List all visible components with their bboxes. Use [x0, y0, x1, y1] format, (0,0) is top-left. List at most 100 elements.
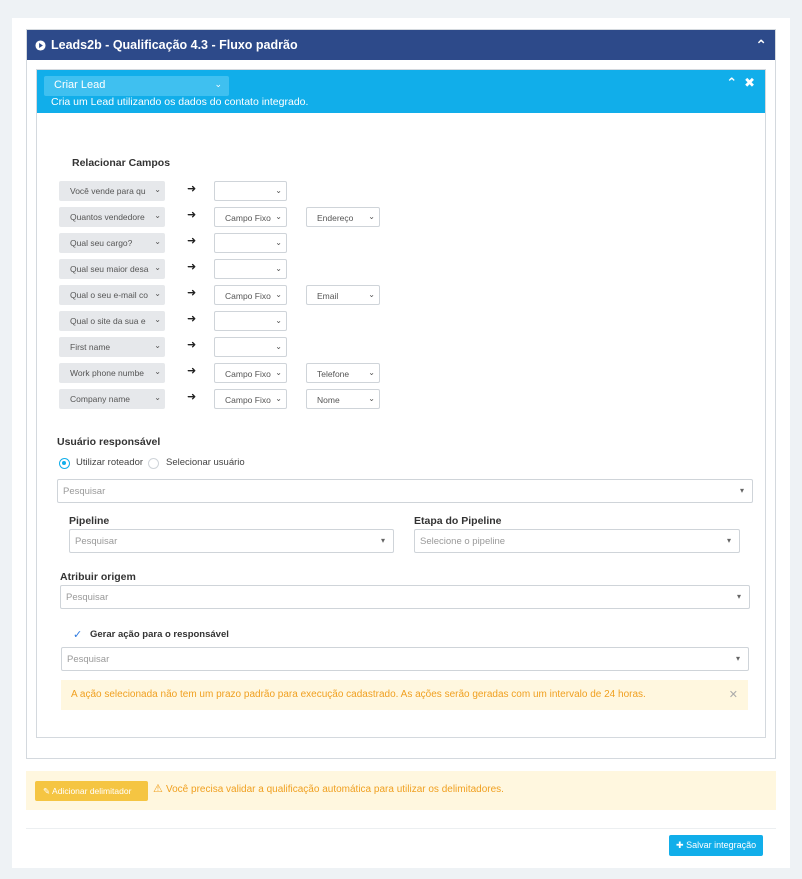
deadline-alert-text: A ação selecionada não tem um prazo padr… [71, 689, 646, 700]
source-field-select[interactable]: Work phone numbe ⌄ [59, 363, 165, 383]
add-delimiter-button[interactable]: ✎ Adicionar delimitador [35, 781, 148, 801]
mapping-row: Qual seu maior desa ⌄ ➜ ⌄ [59, 259, 399, 279]
source-field-select[interactable]: First name ⌄ [59, 337, 165, 357]
chevron-down-icon: ⌄ [275, 290, 282, 299]
target-type-select[interactable]: Campo Fixo ⌄ [214, 285, 287, 305]
stage-select[interactable]: Selecione o pipeline ▾ [414, 529, 740, 553]
arrow-right-icon: ➜ [187, 391, 197, 403]
mapping-row: Qual o seu e-mail co ⌄ ➜ Campo Fixo ⌄ Email ⌄ [59, 285, 399, 305]
router-label: Utilizar roteador [76, 457, 144, 468]
deadline-alert: A ação selecionada não tem um prazo padr… [61, 680, 748, 710]
target-field-value: Telefone [317, 369, 350, 379]
target-field-select[interactable]: Endereço ⌄ [306, 207, 380, 227]
arrow-right-icon: ➜ [187, 339, 197, 351]
source-field-select[interactable]: Company name ⌄ [59, 389, 165, 409]
chevron-down-icon: ⌄ [154, 393, 161, 402]
source-field-select[interactable]: Qual seu maior desa ⌄ [59, 259, 165, 279]
target-type-value: Campo Fixo [225, 291, 271, 301]
source-field-value: Qual o seu e-mail co [70, 290, 148, 300]
source-field-value: Quantos vendedore [70, 212, 145, 222]
arrow-right-icon: ➜ [187, 209, 197, 221]
target-field-value: Email [317, 291, 339, 301]
check-icon[interactable]: ✓ [73, 628, 82, 641]
close-icon[interactable]: ✕ [729, 688, 738, 701]
chevron-down-icon: ▾ [739, 486, 744, 495]
target-type-select[interactable]: Campo Fixo ⌄ [214, 389, 287, 409]
target-field-select[interactable]: Nome ⌄ [306, 389, 380, 409]
chevron-up-icon[interactable]: ⌃ [755, 37, 767, 54]
chevron-down-icon: ⌄ [154, 263, 161, 272]
source-field-value: Você vende para qu [70, 186, 146, 196]
page-container: Leads2b - Qualificação 4.3 - Fluxo padrã… [12, 18, 790, 868]
router-radio[interactable] [59, 458, 70, 469]
source-field-value: Qual seu cargo? [70, 238, 133, 248]
pipeline-select[interactable]: Pesquisar ▾ [69, 529, 394, 553]
chevron-down-icon: ⌄ [154, 341, 161, 350]
responsible-search-placeholder: Pesquisar [63, 486, 106, 497]
source-field-value: Qual o site da sua e [70, 316, 146, 326]
mapping-row: Qual o site da sua e ⌄ ➜ ⌄ [59, 311, 399, 331]
chevron-down-icon: ⌄ [154, 237, 161, 246]
select-user-radio[interactable] [148, 458, 159, 469]
target-type-select[interactable]: ⌄ [214, 259, 287, 279]
target-field-value: Nome [317, 395, 340, 405]
target-type-select[interactable]: ⌄ [214, 233, 287, 253]
source-field-select[interactable]: Qual seu cargo? ⌄ [59, 233, 165, 253]
panel-title: Leads2b - Qualificação 4.3 - Fluxo padrã… [51, 38, 298, 52]
mapping-row: Work phone numbe ⌄ ➜ Campo Fixo ⌄ Telefone ⌄ [59, 363, 399, 383]
origin-select[interactable]: Pesquisar ▾ [60, 585, 750, 609]
pipeline-label: Pipeline [69, 515, 110, 527]
action-card: Criar Lead ⌄ Cria um Lead utilizando os … [36, 69, 766, 738]
integration-panel: Leads2b - Qualificação 4.3 - Fluxo padrã… [26, 29, 776, 759]
action-card-header: Criar Lead ⌄ Cria um Lead utilizando os … [37, 70, 765, 113]
warning-icon: ⚠ [153, 783, 163, 795]
source-field-select[interactable]: Quantos vendedore ⌄ [59, 207, 165, 227]
source-field-select[interactable]: Qual o seu e-mail co ⌄ [59, 285, 165, 305]
action-type-select[interactable]: Criar Lead ⌄ [44, 76, 229, 96]
chevron-down-icon: ⌄ [368, 290, 375, 299]
target-type-value: Campo Fixo [225, 395, 271, 405]
target-field-select[interactable]: Telefone ⌄ [306, 363, 380, 383]
save-integration-label: Salvar integração [686, 840, 757, 850]
source-field-value: First name [70, 342, 111, 352]
origin-label: Atribuir origem [60, 571, 136, 583]
responsible-search-select[interactable]: Pesquisar ▾ [57, 479, 753, 503]
action-description: Cria um Lead utilizando os dados do cont… [51, 96, 309, 108]
chevron-down-icon: ⌄ [368, 212, 375, 221]
mapping-row: Company name ⌄ ➜ Campo Fixo ⌄ Nome ⌄ [59, 389, 399, 409]
chevron-down-icon: ⌄ [154, 289, 161, 298]
footer-divider [26, 828, 776, 829]
source-field-value: Company name [70, 394, 131, 404]
source-field-value: Qual seu maior desa [70, 264, 149, 274]
arrow-right-icon: ➜ [187, 287, 197, 299]
target-type-select[interactable]: Campo Fixo ⌄ [214, 363, 287, 383]
target-type-select[interactable]: ⌄ [214, 181, 287, 201]
stage-placeholder: Selecione o pipeline [420, 536, 506, 547]
target-field-select[interactable]: Email ⌄ [306, 285, 380, 305]
target-type-select[interactable]: Campo Fixo ⌄ [214, 207, 287, 227]
chevron-down-icon: ⌄ [154, 185, 161, 194]
chevron-up-icon[interactable]: ⌃ [726, 75, 737, 91]
source-field-select[interactable]: Você vende para qu ⌄ [59, 181, 165, 201]
generate-action-placeholder: Pesquisar [67, 654, 110, 665]
pencil-icon: ✎ [43, 786, 51, 796]
arrow-right-icon: ➜ [187, 261, 197, 273]
chevron-down-icon: ⌄ [154, 367, 161, 376]
chevron-down-icon: ⌄ [368, 394, 375, 403]
save-integration-button[interactable]: ✚ Salvar integração [669, 835, 763, 856]
generate-action-select[interactable]: Pesquisar ▾ [61, 647, 749, 671]
target-type-select[interactable]: ⌄ [214, 337, 287, 357]
target-type-select[interactable]: ⌄ [214, 311, 287, 331]
pipeline-placeholder: Pesquisar [75, 536, 118, 547]
integration-panel-header[interactable]: Leads2b - Qualificação 4.3 - Fluxo padrã… [27, 30, 775, 60]
chevron-down-icon: ⌄ [275, 238, 282, 247]
action-card-controls: ⌃ ✖ [726, 75, 755, 91]
target-type-value: Campo Fixo [225, 213, 271, 223]
close-icon[interactable]: ✖ [744, 75, 755, 91]
source-field-select[interactable]: Qual o site da sua e ⌄ [59, 311, 165, 331]
mapping-row: Qual seu cargo? ⌄ ➜ ⌄ [59, 233, 399, 253]
chevron-down-icon: ⌄ [154, 211, 161, 220]
chevron-down-icon: ⌄ [368, 368, 375, 377]
chevron-down-icon: ⌄ [275, 186, 282, 195]
origin-placeholder: Pesquisar [66, 592, 109, 603]
